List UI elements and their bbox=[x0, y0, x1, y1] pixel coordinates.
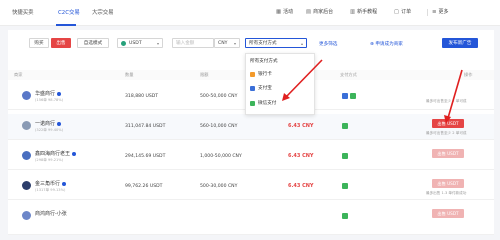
verified-icon bbox=[57, 91, 62, 96]
wechat-pay-icon bbox=[342, 183, 348, 189]
amount-input[interactable]: 输入金额 bbox=[172, 38, 214, 48]
order-icon: ▢ bbox=[394, 9, 400, 15]
merchant-name[interactable]: 华盛商行 bbox=[35, 90, 62, 97]
avatar bbox=[22, 121, 31, 130]
post-ad-button[interactable]: 发布新广告 bbox=[442, 38, 478, 48]
buy-tab-button[interactable]: 购买 bbox=[29, 38, 49, 48]
chevron-down-icon: ▾ bbox=[233, 40, 236, 46]
verified-icon bbox=[57, 121, 62, 126]
header-payment: 支付方式 bbox=[340, 72, 357, 77]
merchant-stats: (1317单 99.13%) bbox=[35, 188, 66, 192]
nav-c2c-trade[interactable]: C2C交易 bbox=[58, 8, 80, 16]
dropdown-item-wechat-pay[interactable]: 微信支付 bbox=[250, 100, 276, 106]
activity-link[interactable]: ▦ 活动 bbox=[276, 8, 293, 15]
chevron-up-icon: ▴ bbox=[300, 40, 303, 46]
nav-block-trade[interactable]: 大宗交易 bbox=[92, 8, 114, 16]
divider bbox=[427, 9, 428, 16]
tutorial-link[interactable]: ▥ 新手教程 bbox=[350, 8, 377, 15]
dropdown-item-alipay[interactable]: 支付宝 bbox=[250, 85, 272, 91]
activity-icon: ▦ bbox=[276, 9, 282, 15]
header-merchant: 商家 bbox=[14, 72, 23, 77]
chevron-down-icon: ▾ bbox=[156, 40, 159, 46]
currency-select[interactable]: CNY ▾ bbox=[214, 38, 240, 48]
wechat-pay-icon bbox=[342, 213, 348, 219]
limit-cell: 500-50,000 CNY bbox=[200, 94, 238, 99]
sell-tab-button[interactable]: 出售 bbox=[51, 38, 71, 48]
quantity-cell: 311,047.84 USDT bbox=[125, 124, 166, 129]
avatar bbox=[22, 151, 31, 160]
become-merchant-link[interactable]: ⊕ 申请成为商家 bbox=[370, 41, 403, 47]
avatar bbox=[22, 181, 31, 190]
wechat-pay-icon bbox=[342, 153, 348, 159]
active-tab-indicator bbox=[56, 24, 76, 26]
verified-icon bbox=[62, 181, 67, 186]
merchant-name[interactable]: 鑫四海商行老王 bbox=[35, 150, 77, 157]
limit-cell: 1,000-50,000 CNY bbox=[200, 154, 242, 159]
wechat-pay-icon bbox=[250, 100, 255, 106]
header-action: 操作 bbox=[464, 72, 473, 77]
dropdown-item-bank-card[interactable]: 银行卡 bbox=[250, 71, 272, 77]
sell-usdt-button[interactable]: 出售 USDT bbox=[432, 209, 464, 218]
price-cell: 6.43 CNY bbox=[288, 153, 314, 159]
alipay-icon bbox=[250, 85, 255, 91]
avatar bbox=[22, 91, 31, 100]
quantity-cell: 318,880 USDT bbox=[125, 94, 159, 99]
nav-quick-trade[interactable]: 快捷买卖 bbox=[12, 8, 34, 16]
orders-link[interactable]: ▢ 订单 bbox=[394, 8, 411, 15]
quantity-cell: 99,762.26 USDT bbox=[125, 184, 163, 189]
limit-note: 最多可出售至少 2 单可成 bbox=[426, 99, 467, 103]
wechat-pay-icon bbox=[350, 93, 356, 99]
more-filters-link[interactable]: 更多筛选 bbox=[319, 41, 337, 47]
quantity-cell: 294,145.69 USDT bbox=[125, 154, 166, 159]
sell-usdt-button[interactable]: 出售 USDT bbox=[432, 119, 464, 128]
merchant-stats: (156单 98.78%) bbox=[35, 98, 64, 102]
table-row: 一诺商行 (322单 99.40%) 311,047.84 USDT 560-1… bbox=[8, 114, 494, 140]
merchant-stats: (298单 99.21%) bbox=[35, 158, 64, 162]
merchant-name[interactable]: 一诺商行 bbox=[35, 120, 62, 127]
dropdown-item-all[interactable]: 所有支付方式 bbox=[250, 58, 278, 64]
header-limit: 限额 bbox=[200, 72, 209, 77]
menu-icon: ≡ bbox=[432, 9, 437, 15]
usdt-icon bbox=[121, 40, 126, 46]
merchant-stats: (322单 99.40%) bbox=[35, 128, 64, 132]
more-link[interactable]: ≡ 更多 bbox=[432, 8, 449, 15]
mode-selector-button[interactable]: 自选模式 bbox=[77, 38, 109, 48]
bank-card-icon bbox=[250, 71, 255, 77]
limit-note: 最多可出售至少 2 单可成 bbox=[426, 131, 467, 135]
merchant-name[interactable]: 金三角币行 bbox=[35, 180, 67, 187]
store-icon: ▤ bbox=[306, 9, 312, 15]
limit-cell: 560-10,000 CNY bbox=[200, 124, 238, 129]
price-cell: 6.43 CNY bbox=[288, 123, 314, 129]
table-row: 金三角币行 (1317单 99.13%) 99,762.26 USDT 500-… bbox=[8, 174, 494, 200]
wechat-pay-icon bbox=[342, 123, 348, 129]
table-row: 商鸿商行-小张 出售 USDT bbox=[8, 204, 494, 235]
verified-icon bbox=[72, 151, 77, 156]
payment-method-dropdown: 所有支付方式 银行卡 支付宝 微信支付 bbox=[245, 53, 315, 115]
header-quantity: 数量 bbox=[125, 72, 134, 77]
avatar bbox=[22, 211, 31, 220]
book-icon: ▥ bbox=[350, 9, 356, 15]
merchant-backend-link[interactable]: ▤ 商家后台 bbox=[306, 8, 333, 15]
price-cell: 6.43 CNY bbox=[288, 183, 314, 189]
limit-cell: 500-30,000 CNY bbox=[200, 184, 238, 189]
merchant-name[interactable]: 商鸿商行-小张 bbox=[35, 210, 67, 217]
table-row: 鑫四海商行老王 (298单 99.21%) 294,145.69 USDT 1,… bbox=[8, 144, 494, 170]
payment-method-select[interactable]: 所有支付方式 ▴ bbox=[245, 38, 307, 48]
sell-usdt-button[interactable]: 出售 USDT bbox=[432, 149, 464, 158]
sell-usdt-button[interactable]: 出售 USDT bbox=[432, 179, 464, 188]
limit-note: 最多出售 1.3 单付款成功 bbox=[426, 191, 467, 195]
coin-select[interactable]: USDT ▾ bbox=[117, 38, 163, 48]
top-nav-bar: 快捷买卖 C2C交易 大宗交易 ▦ 活动 ▤ 商家后台 ▥ 新手教程 ▢ 订单 ≡ 更多 bbox=[0, 0, 500, 26]
alipay-icon bbox=[342, 93, 348, 99]
